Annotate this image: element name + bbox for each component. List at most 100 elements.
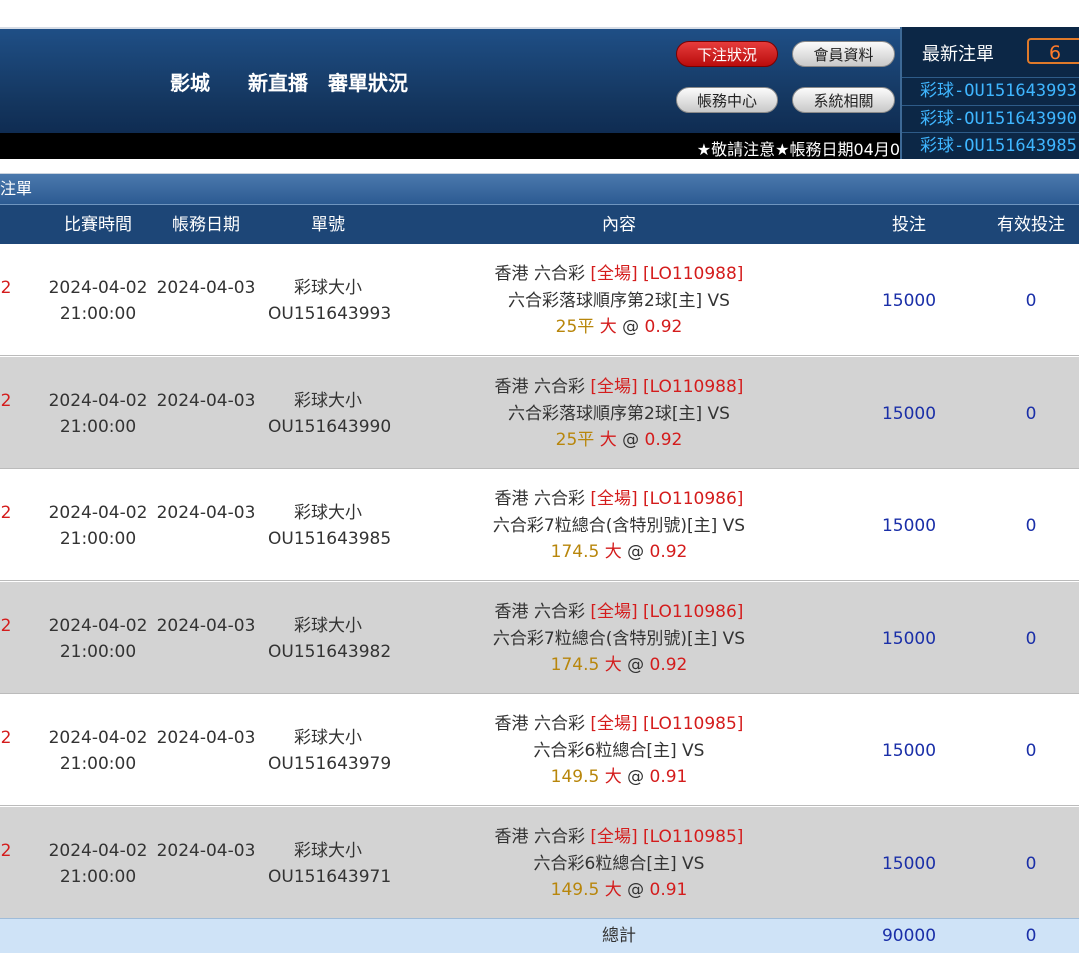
bet-pick: 大 xyxy=(599,317,617,337)
content-line-1: 香港 六合彩 [全場] [LO110986] xyxy=(480,486,758,512)
valid-stake: 0 xyxy=(1025,854,1037,874)
col-content: 內容 xyxy=(602,215,636,235)
at-sign: @ xyxy=(627,880,645,900)
match-time: 21:00:00 xyxy=(59,867,137,887)
bet-pick: 大 xyxy=(604,767,622,787)
account-date: 2024-04-03 xyxy=(156,616,256,636)
table-row: 2 2024-04-02 21:00:00 2024-04-03 彩球大小 OU15164… xyxy=(0,582,1079,694)
match-time: 21:00:00 xyxy=(59,642,137,662)
bet-pick: 大 xyxy=(604,880,622,900)
bet-type: 彩球大小 xyxy=(294,278,362,298)
bet-number: OU151643990 xyxy=(268,417,392,437)
at-sign: @ xyxy=(627,767,645,787)
bet-status-button[interactable]: 下注狀況 xyxy=(676,41,778,67)
bet-line: 174.5 xyxy=(550,542,600,562)
bet-line: 149.5 xyxy=(550,767,600,787)
period: [全場] xyxy=(590,827,638,847)
period: [全場] xyxy=(590,714,638,734)
valid-stake: 0 xyxy=(1025,404,1037,424)
at-sign: @ xyxy=(622,317,640,337)
bet-pick: 大 xyxy=(604,655,622,675)
bet-pick: 大 xyxy=(604,542,622,562)
table-row: 2 2024-04-02 21:00:00 2024-04-03 彩球大小 OU15164… xyxy=(0,694,1079,806)
stake-amount: 15000 xyxy=(881,741,937,761)
bet-type: 彩球大小 xyxy=(294,616,362,636)
match-time: 21:00:00 xyxy=(59,417,137,437)
stake-amount: 15000 xyxy=(881,291,937,311)
latest-bets-count: 6 xyxy=(1027,38,1079,64)
total-valid: 0 xyxy=(1025,926,1037,946)
latest-bet-item[interactable]: 彩球-OU151643985 xyxy=(902,132,1079,158)
bet-type: 彩球大小 xyxy=(294,728,362,748)
odds: 0.91 xyxy=(649,767,688,787)
latest-bet-item[interactable]: 彩球-OU151643993 xyxy=(902,77,1079,103)
match-code: [LO110988] xyxy=(643,377,744,397)
at-sign: @ xyxy=(627,542,645,562)
bet-type: 彩球大小 xyxy=(294,503,362,523)
content-line-1: 香港 六合彩 [全場] [LO110985] xyxy=(480,824,758,850)
account-date: 2024-04-03 xyxy=(156,391,256,411)
match-date: 2024-04-02 xyxy=(48,616,148,636)
match-code: [LO110985] xyxy=(643,827,744,847)
system-button[interactable]: 系統相關 xyxy=(792,87,895,113)
bet-number: OU151643985 xyxy=(268,529,392,549)
bet-number: OU151643982 xyxy=(268,642,392,662)
content-line-3: 174.5 大 @ 0.92 xyxy=(480,652,758,678)
game-name: 六合彩落球順序第2球[主] VS xyxy=(508,404,730,424)
game-name: 六合彩7粒總合(含特別號)[主] VS xyxy=(492,629,746,649)
table-row: 2 2024-04-02 21:00:00 2024-04-03 彩球大小 OU15164… xyxy=(0,807,1079,919)
bet-number: OU151643979 xyxy=(268,754,392,774)
table-header: 比賽時間 帳務日期 單號 內容 投注 有效投注 xyxy=(0,204,1079,245)
stake-amount: 15000 xyxy=(881,854,937,874)
bet-line: 149.5 xyxy=(550,880,600,900)
match-date: 2024-04-02 xyxy=(48,728,148,748)
stake-amount: 15000 xyxy=(881,516,937,536)
match-code: [LO110988] xyxy=(643,264,744,284)
match-date: 2024-04-02 xyxy=(48,278,148,298)
latest-bets-title: 最新注單 xyxy=(922,44,994,65)
separator xyxy=(0,159,1079,174)
col-stake: 投注 xyxy=(892,215,926,235)
content-line-1: 香港 六合彩 [全場] [LO110988] xyxy=(480,261,758,287)
content-line-3: 149.5 大 @ 0.91 xyxy=(480,764,758,790)
league: 香港 六合彩 xyxy=(494,377,585,397)
bet-line: 174.5 xyxy=(550,655,600,675)
latest-bets-panel: 最新注單 6 彩球-OU151643993 彩球-OU151643990 彩球-… xyxy=(900,27,1079,159)
row-prefix: 2 xyxy=(0,391,12,411)
latest-bet-item[interactable]: 彩球-OU151643990 xyxy=(902,105,1079,131)
table-row: 2 2024-04-02 21:00:00 2024-04-03 彩球大小 OU15164… xyxy=(0,357,1079,469)
match-date: 2024-04-02 xyxy=(48,503,148,523)
valid-stake: 0 xyxy=(1025,629,1037,649)
valid-stake: 0 xyxy=(1025,291,1037,311)
game-name: 六合彩落球順序第2球[主] VS xyxy=(508,291,730,311)
period: [全場] xyxy=(590,602,638,622)
account-date: 2024-04-03 xyxy=(156,503,256,523)
nav-audit-status[interactable]: 審單狀況 xyxy=(328,67,408,96)
odds: 0.92 xyxy=(649,542,688,562)
valid-stake: 0 xyxy=(1025,516,1037,536)
game-name: 六合彩7粒總合(含特別號)[主] VS xyxy=(492,516,746,536)
game-name: 六合彩6粒總合[主] VS xyxy=(533,854,705,874)
account-date: 2024-04-03 xyxy=(156,728,256,748)
account-center-button[interactable]: 帳務中心 xyxy=(676,87,778,113)
col-match-time: 比賽時間 xyxy=(64,215,132,235)
period: [全場] xyxy=(590,377,638,397)
nav-cinema[interactable]: 影城 xyxy=(170,67,210,96)
top-blank-bar xyxy=(0,0,1079,29)
content-line-3: 149.5 大 @ 0.91 xyxy=(480,877,758,903)
odds: 0.92 xyxy=(644,430,683,450)
ticker-text: ★敬請注意★帳務日期04月0 xyxy=(696,140,900,159)
nav-new-live[interactable]: 新直播 xyxy=(248,67,308,96)
match-date: 2024-04-02 xyxy=(48,841,148,861)
total-row: 總計 90000 0 xyxy=(0,918,1079,953)
table-row: 2 2024-04-02 21:00:00 2024-04-03 彩球大小 OU15164… xyxy=(0,469,1079,581)
bet-line: 25平 xyxy=(555,430,595,450)
odds: 0.92 xyxy=(644,317,683,337)
member-info-button[interactable]: 會員資料 xyxy=(792,41,895,67)
league: 香港 六合彩 xyxy=(494,489,585,509)
match-time: 21:00:00 xyxy=(59,304,137,324)
valid-stake: 0 xyxy=(1025,741,1037,761)
at-sign: @ xyxy=(622,430,640,450)
account-date: 2024-04-03 xyxy=(156,278,256,298)
odds: 0.92 xyxy=(649,655,688,675)
